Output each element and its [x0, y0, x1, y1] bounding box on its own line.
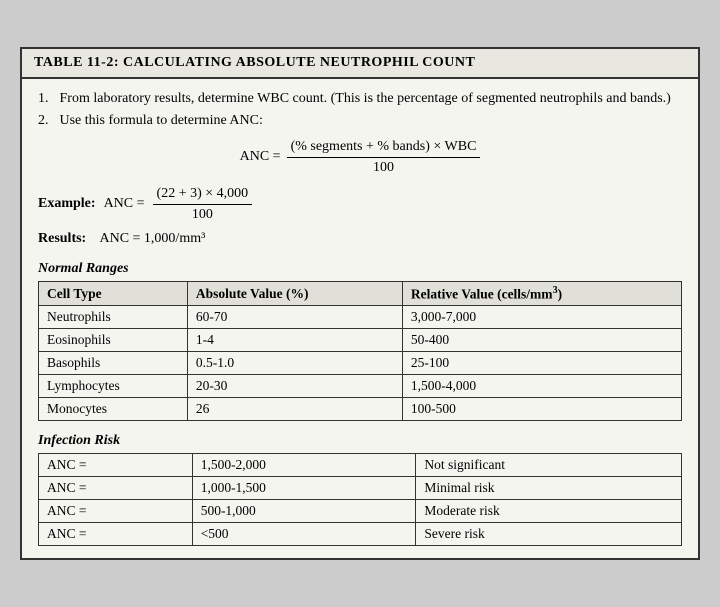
card-body: 1. From laboratory results, determine WB… [22, 79, 698, 559]
table-cell: 500-1,000 [192, 500, 416, 523]
table-cell: Minimal risk [416, 477, 682, 500]
table-cell: 25-100 [402, 352, 681, 375]
intro-list: 1. From laboratory results, determine WB… [38, 91, 682, 129]
normal-ranges-header-row: Cell Type Absolute Value (%) Relative Va… [39, 281, 682, 306]
infection-risk-tbody: ANC =1,500-2,000Not significantANC =1,00… [39, 454, 682, 546]
table-cell: Monocytes [39, 398, 188, 421]
col-header-absolute-value: Absolute Value (%) [187, 281, 402, 306]
formula-denominator: 100 [369, 158, 398, 176]
infection-risk-table: ANC =1,500-2,000Not significantANC =1,00… [38, 453, 682, 546]
table-cell: ANC = [39, 454, 193, 477]
formula-fraction: (% segments + % bands) × WBC 100 [287, 139, 481, 176]
table-cell: 1,500-4,000 [402, 375, 681, 398]
table-cell: 1-4 [187, 329, 402, 352]
table-cell: ANC = [39, 523, 193, 546]
table-cell: 26 [187, 398, 402, 421]
col-header-relative-value: Relative Value (cells/mm3) [402, 281, 681, 306]
table-cell: ANC = [39, 500, 193, 523]
table-cell: Eosinophils [39, 329, 188, 352]
col-header-cell-type: Cell Type [39, 281, 188, 306]
table-cell: Basophils [39, 352, 188, 375]
table-cell: 1,500-2,000 [192, 454, 416, 477]
example-fraction: (22 + 3) × 4,000 100 [153, 186, 253, 223]
table-row: Neutrophils60-703,000-7,000 [39, 306, 682, 329]
table-cell: 60-70 [187, 306, 402, 329]
infection-section: Infection Risk ANC =1,500-2,000Not signi… [38, 433, 682, 546]
formula-numerator: (% segments + % bands) × WBC [287, 139, 481, 158]
intro-step1: 1. From laboratory results, determine WB… [38, 91, 682, 107]
table-cell: Not significant [416, 454, 682, 477]
table-row: Monocytes26100-500 [39, 398, 682, 421]
table-row: ANC =1,000-1,500Minimal risk [39, 477, 682, 500]
table-cell: 1,000-1,500 [192, 477, 416, 500]
main-card: TABLE 11-2: CALCULATING ABSOLUTE NEUTROP… [20, 47, 700, 561]
table-cell: Severe risk [416, 523, 682, 546]
card-title: TABLE 11-2: CALCULATING ABSOLUTE NEUTROP… [34, 55, 475, 70]
table-cell: Neutrophils [39, 306, 188, 329]
table-row: Basophils0.5-1.025-100 [39, 352, 682, 375]
normal-ranges-tbody: Neutrophils60-703,000-7,000Eosinophils1-… [39, 306, 682, 421]
table-cell: <500 [192, 523, 416, 546]
results-label: Results: [38, 231, 86, 246]
table-cell: Lymphocytes [39, 375, 188, 398]
results-value: ANC = 1,000/mm³ [99, 231, 205, 246]
results-block: Results: ANC = 1,000/mm³ [38, 231, 682, 247]
table-cell: ANC = [39, 477, 193, 500]
table-row: ANC =<500Severe risk [39, 523, 682, 546]
infection-risk-label: Infection Risk [38, 433, 682, 449]
table-cell: 0.5-1.0 [187, 352, 402, 375]
table-row: ANC =1,500-2,000Not significant [39, 454, 682, 477]
normal-ranges-label: Normal Ranges [38, 261, 682, 277]
example-block: Example: ANC = (22 + 3) × 4,000 100 [38, 186, 682, 223]
example-label: Example: [38, 196, 96, 212]
card-header: TABLE 11-2: CALCULATING ABSOLUTE NEUTROP… [22, 49, 698, 79]
formula-line: ANC = (% segments + % bands) × WBC 100 [240, 139, 481, 176]
table-cell: 100-500 [402, 398, 681, 421]
example-numerator: (22 + 3) × 4,000 [153, 186, 253, 205]
table-row: Lymphocytes20-301,500-4,000 [39, 375, 682, 398]
formula-block: ANC = (% segments + % bands) × WBC 100 [38, 139, 682, 176]
table-cell: 50-400 [402, 329, 681, 352]
example-denominator: 100 [188, 205, 217, 223]
table-row: Eosinophils1-450-400 [39, 329, 682, 352]
normal-ranges-table: Cell Type Absolute Value (%) Relative Va… [38, 281, 682, 422]
intro-step2: 2. Use this formula to determine ANC: [38, 113, 682, 129]
table-cell: 20-30 [187, 375, 402, 398]
example-anc-label: ANC = [104, 196, 145, 212]
table-cell: 3,000-7,000 [402, 306, 681, 329]
table-cell: Moderate risk [416, 500, 682, 523]
formula-label: ANC = [240, 149, 281, 165]
table-row: ANC =500-1,000Moderate risk [39, 500, 682, 523]
